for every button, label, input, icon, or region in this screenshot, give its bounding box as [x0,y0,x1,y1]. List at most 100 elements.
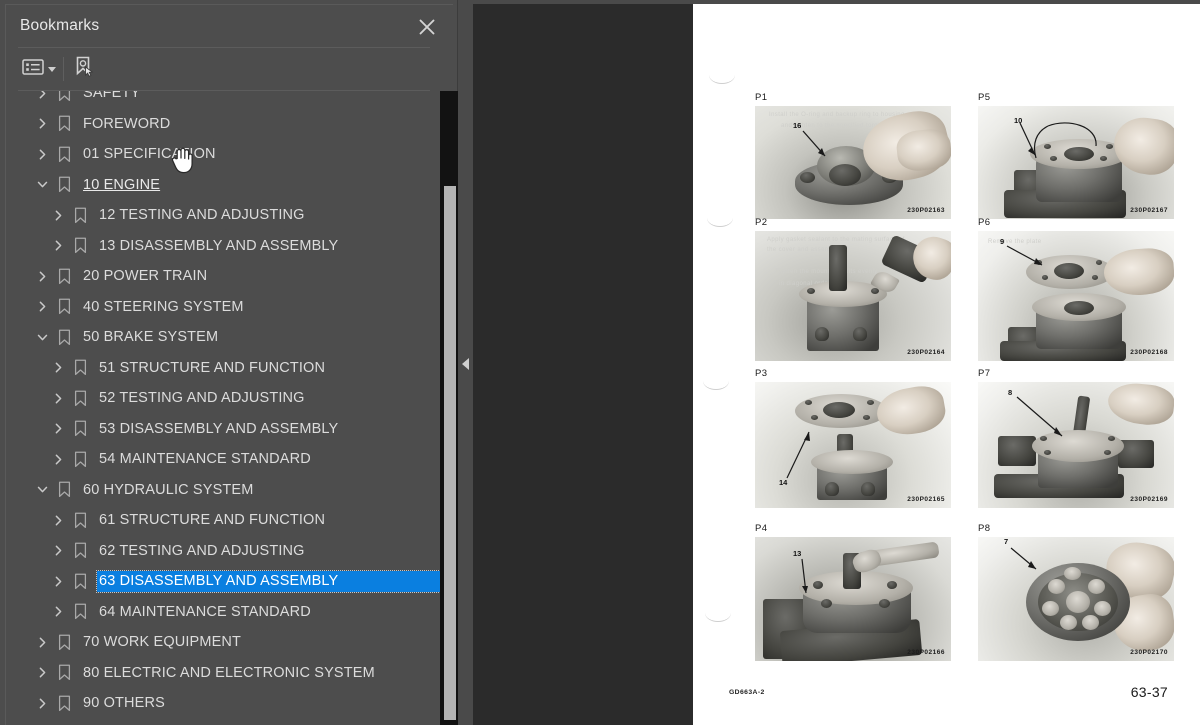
figure-image: Apply gasket sealant to the mating surfa… [755,231,951,361]
figure-image: 8 230P02169 [978,382,1174,508]
figure-code: 230P02164 [907,349,945,356]
bookmark-item[interactable]: 20 POWER TRAIN [6,261,440,292]
bookmark-item[interactable]: 60 HYDRAULIC SYSTEM [6,475,440,506]
bookmark-item-label: 61 STRUCTURE AND FUNCTION [99,512,326,528]
bookmark-item-label: 52 TESTING AND ADJUSTING [99,390,305,406]
figure-tag: P1 [755,92,768,103]
chevron-right-icon[interactable] [34,664,51,681]
chevron-right-icon[interactable] [34,91,51,102]
chevron-right-icon[interactable] [50,542,67,559]
chevron-right-icon[interactable] [50,359,67,376]
bookmarks-scrollbar-thumb[interactable] [444,186,456,720]
bookmark-item[interactable]: 63 DISASSEMBLY AND ASSEMBLY [6,566,440,597]
bookmark-item[interactable]: 62 TESTING AND ADJUSTING [6,536,440,567]
bookmarks-toolbar [6,48,454,90]
bookmarks-panel-header: Bookmarks [6,5,454,47]
bookmark-item[interactable]: 01 SPECIFICATION [6,139,440,170]
pdf-page-content: P1 Install the O-ring and backup ring to… [693,4,1200,725]
chevron-right-icon[interactable] [50,512,67,529]
pdf-page[interactable]: P1 Install the O-ring and backup ring to… [693,4,1200,725]
figure-callout: 13 [793,549,802,558]
bookmark-item-label: 20 POWER TRAIN [83,268,208,284]
bookmark-options-button[interactable] [22,55,56,83]
bookmark-icon [56,297,73,316]
bookmark-item-label: 13 DISASSEMBLY AND ASSEMBLY [99,237,339,254]
bookmark-item-label: 70 WORK EQUIPMENT [83,634,242,650]
bookmark-item[interactable]: 64 MAINTENANCE STANDARD [6,597,440,628]
bookmark-icon [72,419,89,438]
bookmark-item[interactable]: 51 STRUCTURE AND FUNCTION [6,353,440,384]
chevron-down-icon[interactable] [34,176,51,193]
bookmark-item[interactable]: 40 STEERING SYSTEM [6,292,440,323]
chevron-right-icon[interactable] [34,115,51,132]
bookmark-item-label: 01 SPECIFICATION [83,146,216,162]
bookmark-item-label: 54 MAINTENANCE STANDARD [99,451,311,467]
bookmark-icon [56,633,73,652]
bookmark-item[interactable]: FOREWORD [6,109,440,140]
chevron-right-icon[interactable] [34,695,51,712]
figure-image: Remove the plate 9 230P02168 [978,231,1174,361]
figure-code: 230P02168 [1130,349,1168,356]
chevron-right-icon[interactable] [34,634,51,651]
chevron-down-icon[interactable] [34,481,51,498]
figure-code: 230P02169 [1130,496,1168,503]
bookmark-item[interactable]: 10 ENGINE [6,170,440,201]
figure-tag: P8 [978,523,991,534]
bookmark-icon [72,572,89,591]
panel-splitter[interactable] [458,4,473,725]
bookmark-item[interactable]: 52 TESTING AND ADJUSTING [6,383,440,414]
bookmark-item[interactable]: 61 STRUCTURE AND FUNCTION [6,505,440,536]
figure-code: 230P02167 [1130,207,1168,214]
bookmark-icon [56,328,73,347]
bookmark-icon [72,206,89,225]
page-footer-number: 63-37 [1130,684,1168,700]
chevron-right-icon[interactable] [50,573,67,590]
bookmark-item[interactable]: 90 OTHERS [6,688,440,719]
bookmark-item-label: 64 MAINTENANCE STANDARD [99,603,311,620]
bookmark-item[interactable]: 12 TESTING AND ADJUSTING [6,200,440,231]
bookmark-item-label: 50 BRAKE SYSTEM [83,329,219,345]
bookmark-item[interactable]: 53 DISASSEMBLY AND ASSEMBLY [6,414,440,445]
new-bookmark-icon [72,55,96,84]
figure-code: 230P02166 [907,649,945,656]
bookmark-item[interactable]: 50 BRAKE SYSTEM [6,322,440,353]
figure-callout: 8 [1008,388,1013,397]
new-bookmark-button[interactable] [72,55,96,83]
bookmark-item[interactable]: 70 WORK EQUIPMENT [6,627,440,658]
bookmark-icon [72,358,89,377]
chevron-right-icon[interactable] [50,237,67,254]
bookmark-icon [72,389,89,408]
bookmark-icon [72,602,89,621]
bookmark-item[interactable]: SAFETY [6,91,440,109]
bookmark-item-label: 12 TESTING AND ADJUSTING [99,207,305,223]
figure-callout: 9 [1000,237,1005,246]
chevron-right-icon[interactable] [50,603,67,620]
bookmark-icon [72,236,89,255]
collapse-left-triangle-icon[interactable] [462,358,469,370]
bookmarks-scrollbar[interactable] [440,91,460,725]
figure-code: 230P02170 [1130,649,1168,656]
chevron-down-icon[interactable] [34,329,51,346]
bookmarks-panel: Bookmarks SAFETY FOREWORD 01 SPECIFICATI… [0,0,460,725]
close-icon[interactable] [416,16,438,38]
figure-tag: P5 [978,92,991,103]
bookmark-item[interactable]: 80 ELECTRIC AND ELECTRONIC SYSTEM [6,658,440,689]
chevron-right-icon[interactable] [34,268,51,285]
bookmark-item[interactable]: 54 MAINTENANCE STANDARD [6,444,440,475]
bookmarks-panel-inner: Bookmarks SAFETY FOREWORD 01 SPECIFICATI… [5,4,460,725]
chevron-right-icon[interactable] [50,390,67,407]
scan-artifact [705,604,731,622]
bookmark-icon [56,91,73,103]
bookmark-icon [72,541,89,560]
chevron-right-icon[interactable] [50,420,67,437]
bookmark-item-label: 10 ENGINE [83,176,161,193]
bookmark-item[interactable]: 13 DISASSEMBLY AND ASSEMBLY [6,231,440,262]
chevron-right-icon[interactable] [50,451,67,468]
bookmark-item-label: 60 HYDRAULIC SYSTEM [83,481,254,498]
chevron-right-icon[interactable] [50,207,67,224]
figure-callout: 16 [793,121,802,130]
chevron-right-icon[interactable] [34,146,51,163]
figure-image: Install the O-ring and backup ring to ho… [755,106,951,219]
chevron-right-icon[interactable] [34,298,51,315]
chevron-down-icon [48,66,56,72]
